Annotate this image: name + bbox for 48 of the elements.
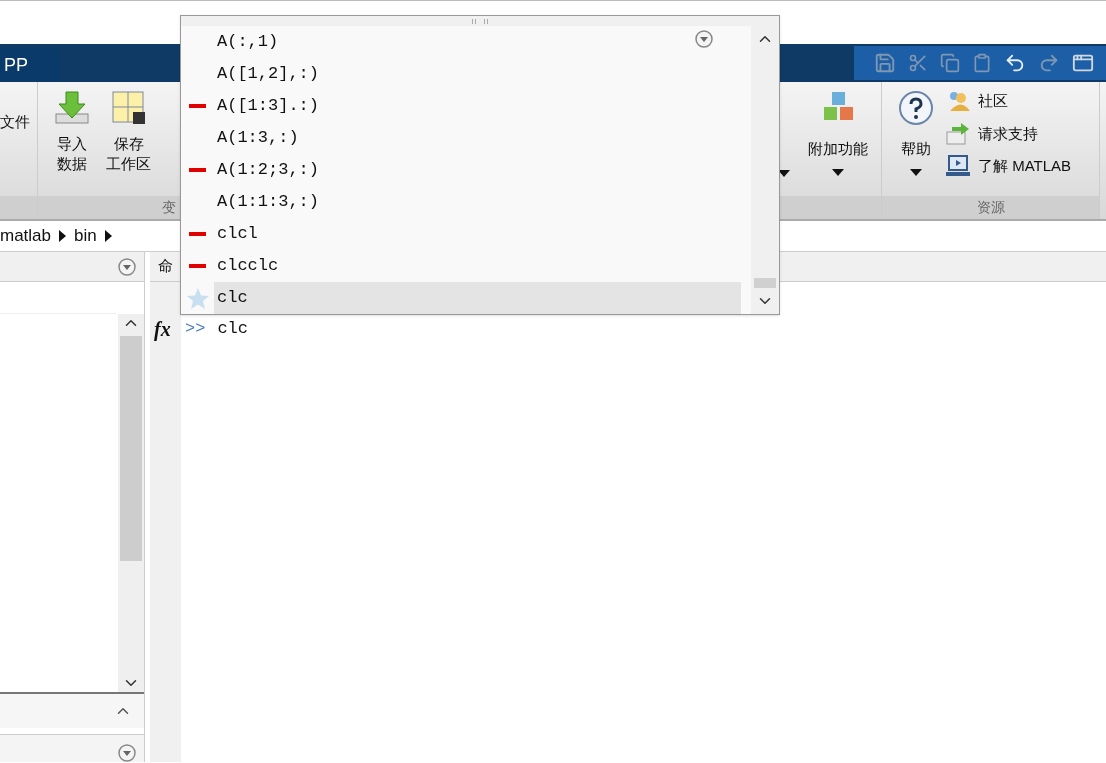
group-label: 变 <box>162 199 176 215</box>
panel-menu-icon[interactable] <box>118 257 136 276</box>
window-icon[interactable] <box>1072 52 1094 74</box>
caret-icon <box>910 168 922 176</box>
ribbon-button[interactable]: 保存 工作区 <box>106 90 151 196</box>
history-item[interactable]: A(:,1) <box>181 26 741 58</box>
history-item[interactable]: A(1:3,:) <box>181 122 741 154</box>
popup-menu-icon[interactable] <box>695 30 713 48</box>
history-item[interactable]: clcclc <box>181 250 741 282</box>
error-mark-icon <box>189 232 206 236</box>
chevron-right-icon[interactable] <box>59 230 67 242</box>
ribbon-button[interactable]: 导入 数据 <box>54 90 90 196</box>
error-mark-icon <box>189 168 206 172</box>
help-button[interactable]: 帮助 <box>898 90 934 196</box>
tab[interactable]: PP <box>0 48 60 82</box>
download-icon <box>54 90 90 126</box>
path-segment[interactable]: matlab <box>0 223 52 249</box>
prompt: >> <box>185 318 206 340</box>
history-item[interactable]: A([1,2],:) <box>181 58 741 90</box>
scrollbar[interactable] <box>118 314 144 692</box>
resource-link[interactable]: 请求支持 <box>946 122 1072 145</box>
resource-link[interactable]: 社区 <box>946 90 1072 113</box>
history-item[interactable]: clcl <box>181 218 741 250</box>
error-mark-icon <box>189 104 206 108</box>
panel-menu-icon[interactable] <box>118 744 136 762</box>
grid-save-icon <box>110 90 147 126</box>
question-icon <box>898 90 934 126</box>
add-ons-button[interactable]: 附加功能 <box>808 90 868 176</box>
monitor-icon <box>946 155 970 178</box>
error-mark-icon <box>189 264 206 268</box>
envelope-arrow-icon <box>946 122 970 145</box>
command-text: clc <box>217 318 248 340</box>
history-item[interactable]: A(1:2;3,:) <box>181 154 741 186</box>
caret-icon <box>778 170 790 177</box>
history-item[interactable]: A(1:1:3,:) <box>181 186 741 218</box>
grip-icon[interactable] <box>472 18 488 24</box>
caret-icon <box>832 168 844 176</box>
file-label[interactable]: 文件 <box>0 113 30 130</box>
scrollbar[interactable] <box>751 26 779 314</box>
group-label: 资源 <box>976 199 1005 215</box>
path-segment[interactable]: bin <box>74 223 97 249</box>
star-icon <box>186 287 209 309</box>
history-item[interactable]: A([1:3].:) <box>181 90 741 122</box>
panel-title: 命 <box>158 256 173 277</box>
resource-link[interactable]: 了解 MATLAB <box>946 155 1072 178</box>
chevron-right-icon[interactable] <box>104 230 112 242</box>
function-icon[interactable]: fx <box>154 318 171 340</box>
undo-icon[interactable] <box>1004 52 1026 74</box>
